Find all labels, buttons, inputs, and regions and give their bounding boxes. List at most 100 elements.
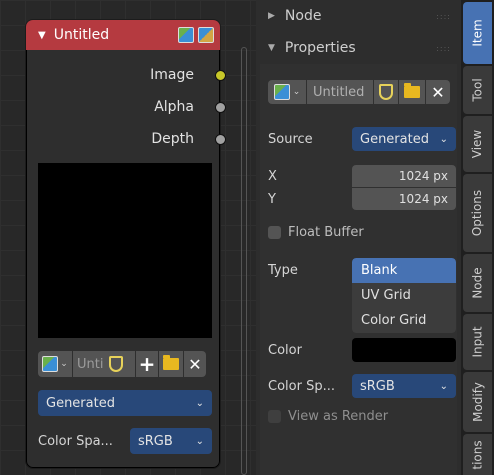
preview-toggle-icon[interactable] [198,27,214,43]
x-label: X [268,168,277,184]
tab-label: Tool [470,78,485,102]
image-datablock-selector: ⌄ Unti + ✕ [38,351,212,377]
image-name-text: Untitled [313,84,365,100]
colorspace-dropdown[interactable]: sRGB ⌄ [352,374,456,398]
tab-label: View [470,129,485,159]
type-option-uv-grid[interactable]: UV Grid [352,283,456,308]
open-image-button[interactable] [399,80,425,104]
image-name-text: Unti [77,356,104,372]
panel-title: Properties [284,40,356,56]
tab-view[interactable]: View [463,116,492,172]
image-preview [38,163,212,338]
view-as-render-checkbox[interactable]: View as Render [268,406,388,426]
source-dropdown-value: Generated [46,395,115,411]
chevron-down-icon: ⌄ [439,380,448,392]
node-panel-header[interactable]: ▶ Node :::: [256,0,461,32]
node-title: Untitled [53,27,110,43]
close-icon: ✕ [431,82,445,102]
source-label: Source [268,131,313,147]
browse-image-button[interactable]: ⌄ [268,80,306,104]
tab-label: Node [470,267,485,299]
tab-options-partial[interactable]: tions [463,434,492,475]
tab-label: Item [470,19,485,47]
height-field[interactable]: 1024 px [352,188,456,210]
plus-icon: + [138,352,156,376]
colorspace-value: sRGB [360,378,395,394]
source-value: Generated [360,131,429,147]
unlink-image-button[interactable]: ✕ [184,351,206,377]
float-buffer-checkbox[interactable]: Float Buffer [268,222,364,242]
chevron-down-icon: ⌄ [195,435,204,447]
tab-options[interactable]: Options [463,174,492,252]
chevron-down-icon: ⌄ [292,87,301,97]
output-socket-depth: Depth [26,123,226,155]
socket-dot-icon[interactable] [215,69,226,81]
image-texture-node[interactable]: ▼ Untitled Image Alpha Depth ⌄ Unti + ✕ … [25,19,226,469]
option-label: Blank [361,263,398,278]
width-value: 1024 px [398,169,448,183]
socket-label: Alpha [154,99,194,115]
type-option-blank[interactable]: Blank [352,258,456,283]
type-option-list: Blank UV Grid Color Grid [352,258,456,333]
tab-modify[interactable]: Modify [463,372,492,432]
option-label: Color Grid [361,313,427,328]
colorspace-label: Color Spa... [38,433,113,449]
checkbox-icon [268,225,281,239]
node-editor-canvas[interactable]: ▼ Untitled Image Alpha Depth ⌄ Unti + ✕ … [0,0,256,475]
close-icon: ✕ [188,354,202,374]
socket-dot-icon[interactable] [215,101,226,113]
colorspace-value: sRGB [138,433,173,449]
colorspace-dropdown[interactable]: sRGB ⌄ [130,428,212,454]
properties-panel-body: ⌄ Untitled ✕ Source Generated ⌄ X 1024 p… [260,64,457,475]
chevron-down-icon: ⌄ [439,133,448,145]
new-image-button[interactable]: + [136,351,158,377]
chevron-down-icon: ⌄ [195,397,204,409]
tab-node[interactable]: Node [463,254,492,312]
color-swatch[interactable] [352,338,456,362]
collapsed-triangle-icon: ▶ [268,11,275,21]
source-dropdown[interactable]: Generated ⌄ [38,390,212,416]
socket-label: Depth [151,131,194,147]
tab-label: tions [470,439,485,470]
tab-label: Input [470,326,485,358]
image-datablock-selector: ⌄ Untitled ✕ [268,80,450,104]
drag-grip-icon[interactable]: :::: [436,12,451,21]
fake-user-button[interactable] [374,80,398,104]
option-label: UV Grid [361,288,411,303]
drag-grip-icon[interactable]: :::: [436,44,451,53]
tab-input[interactable]: Input [463,314,492,370]
tab-tool[interactable]: Tool [463,66,492,114]
image-name-field[interactable]: Untitled [307,80,373,104]
y-label: Y [268,191,276,207]
unlink-image-button[interactable]: ✕ [426,80,450,104]
tab-label: Options [470,189,485,237]
expanded-triangle-icon: ▼ [268,43,275,53]
height-value: 1024 px [398,192,448,206]
fake-user-shield-icon[interactable] [109,356,124,372]
chevron-down-icon: ⌄ [60,359,68,369]
collapse-triangle-icon[interactable]: ▼ [38,30,46,41]
float-buffer-label: Float Buffer [288,224,364,240]
folder-icon [163,355,179,370]
browse-image-button[interactable]: ⌄ [38,351,72,377]
tab-item[interactable]: Item [463,2,492,64]
folder-icon [404,83,420,98]
output-socket-image: Image [26,59,226,91]
socket-label: Image [150,67,194,83]
type-option-color-grid[interactable]: Color Grid [352,308,456,333]
socket-dot-icon[interactable] [215,133,226,145]
color-label: Color [268,342,302,358]
image-icon [178,27,194,43]
type-label: Type [268,262,298,278]
image-name-field[interactable]: Unti [73,351,135,377]
canvas-scrollbar[interactable] [241,47,247,475]
tab-label: Modify [470,382,485,422]
colorspace-label: Color Sp... [268,378,335,394]
width-field[interactable]: 1024 px [352,165,456,187]
source-dropdown[interactable]: Generated ⌄ [352,127,456,151]
open-image-button[interactable] [159,351,183,377]
node-header[interactable]: ▼ Untitled [26,20,220,50]
output-socket-alpha: Alpha [26,91,226,123]
properties-panel-header[interactable]: ▼ Properties :::: [256,32,461,64]
fake-user-shield-icon [379,84,393,100]
